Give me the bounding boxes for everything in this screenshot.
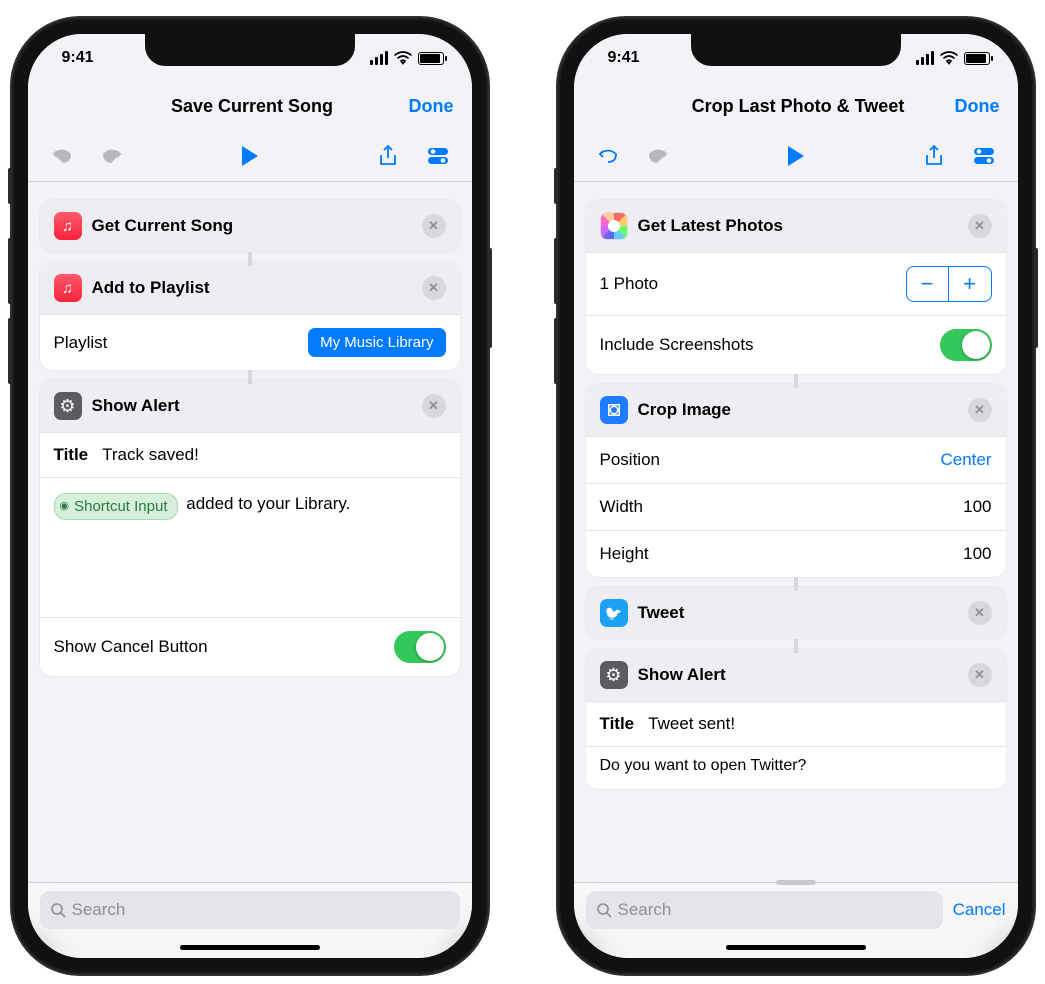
action-title: Get Latest Photos	[638, 216, 958, 236]
alert-body-text: added to your Library.	[182, 494, 351, 513]
music-icon	[54, 212, 82, 240]
search-icon	[50, 902, 66, 918]
action-title: Show Alert	[638, 665, 958, 685]
phone-right: 9:41 Crop Last Photo & Tweet Done	[558, 18, 1034, 974]
title-field-value[interactable]: Track saved!	[102, 445, 199, 465]
search-placeholder: Search	[72, 900, 126, 920]
action-title: Get Current Song	[92, 216, 412, 236]
share-button[interactable]	[374, 142, 402, 170]
width-value[interactable]: 100	[963, 497, 991, 517]
height-label: Height	[600, 544, 649, 564]
phone-left: 9:41 Save Current Song Done	[12, 18, 488, 974]
battery-icon	[964, 52, 990, 65]
alert-body-input[interactable]: Do you want to open Twitter?	[586, 746, 1006, 789]
include-screenshots-label: Include Screenshots	[600, 335, 754, 355]
title-field-label: Title	[54, 445, 89, 465]
status-time: 9:41	[608, 49, 640, 67]
action-get-latest-photos[interactable]: Get Latest Photos 1 Photo − + Include Sc…	[586, 200, 1006, 374]
photo-count-stepper[interactable]: − +	[906, 266, 992, 302]
cancel-button[interactable]: Cancel	[953, 891, 1006, 929]
remove-action-button[interactable]	[968, 398, 992, 422]
gear-icon	[600, 661, 628, 689]
alert-body-input[interactable]: Shortcut Input added to your Library.	[40, 477, 460, 617]
nav-bar: Save Current Song Done	[28, 82, 472, 130]
toolbar	[28, 130, 472, 182]
share-button[interactable]	[920, 142, 948, 170]
position-value[interactable]: Center	[940, 450, 991, 470]
action-title: Tweet	[638, 603, 958, 623]
photo-count-label: 1 Photo	[600, 274, 659, 294]
remove-action-button[interactable]	[968, 601, 992, 625]
action-add-to-playlist[interactable]: Add to Playlist Playlist My Music Librar…	[40, 262, 460, 370]
signal-icon	[370, 51, 388, 65]
done-button[interactable]: Done	[955, 96, 1000, 117]
gear-icon	[54, 392, 82, 420]
title-field-value[interactable]: Tweet sent!	[648, 714, 735, 734]
remove-action-button[interactable]	[968, 214, 992, 238]
search-placeholder: Search	[618, 900, 672, 920]
music-icon	[54, 274, 82, 302]
search-input[interactable]: Search	[586, 891, 943, 929]
action-show-alert[interactable]: Show Alert Title Track saved! Shortcut I…	[40, 380, 460, 676]
action-title: Add to Playlist	[92, 278, 412, 298]
signal-icon	[916, 51, 934, 65]
undo-button	[48, 142, 76, 170]
action-title: Crop Image	[638, 400, 958, 420]
remove-action-button[interactable]	[422, 394, 446, 418]
action-get-current-song[interactable]: Get Current Song	[40, 200, 460, 252]
play-button[interactable]	[782, 142, 810, 170]
twitter-icon	[600, 599, 628, 627]
home-indicator[interactable]	[726, 945, 866, 950]
param-label: Playlist	[54, 333, 108, 353]
settings-toggle-button[interactable]	[424, 142, 452, 170]
variable-token[interactable]: Shortcut Input	[54, 493, 178, 520]
done-button[interactable]: Done	[409, 96, 454, 117]
battery-icon	[418, 52, 444, 65]
page-title: Save Current Song	[96, 96, 409, 117]
toolbar	[574, 130, 1018, 182]
search-input[interactable]: Search	[40, 891, 460, 929]
nav-bar: Crop Last Photo & Tweet Done	[574, 82, 1018, 130]
home-indicator[interactable]	[180, 945, 320, 950]
wifi-icon	[940, 51, 958, 65]
show-cancel-toggle[interactable]	[394, 631, 446, 663]
include-screenshots-toggle[interactable]	[940, 329, 992, 361]
crop-icon	[600, 396, 628, 424]
playlist-value-button[interactable]: My Music Library	[308, 328, 445, 357]
toggle-label: Show Cancel Button	[54, 637, 208, 657]
photos-icon	[600, 212, 628, 240]
settings-toggle-button[interactable]	[970, 142, 998, 170]
search-icon	[596, 902, 612, 918]
height-value[interactable]: 100	[963, 544, 991, 564]
redo-button	[98, 142, 126, 170]
action-crop-image[interactable]: Crop Image Position Center Width 100 Hei…	[586, 384, 1006, 577]
stepper-minus[interactable]: −	[907, 267, 949, 301]
page-title: Crop Last Photo & Tweet	[642, 96, 955, 117]
remove-action-button[interactable]	[422, 214, 446, 238]
status-time: 9:41	[62, 49, 94, 67]
position-label: Position	[600, 450, 660, 470]
sheet-grabber[interactable]	[776, 880, 816, 885]
width-label: Width	[600, 497, 643, 517]
wifi-icon	[394, 51, 412, 65]
redo-button	[644, 142, 672, 170]
action-tweet[interactable]: Tweet	[586, 587, 1006, 639]
alert-body-text: Do you want to open Twitter?	[600, 757, 807, 774]
undo-button[interactable]	[594, 142, 622, 170]
play-button[interactable]	[236, 142, 264, 170]
action-title: Show Alert	[92, 396, 412, 416]
action-show-alert[interactable]: Show Alert Title Tweet sent! Do you want…	[586, 649, 1006, 789]
remove-action-button[interactable]	[422, 276, 446, 300]
remove-action-button[interactable]	[968, 663, 992, 687]
title-field-label: Title	[600, 714, 635, 734]
stepper-plus[interactable]: +	[949, 267, 991, 301]
